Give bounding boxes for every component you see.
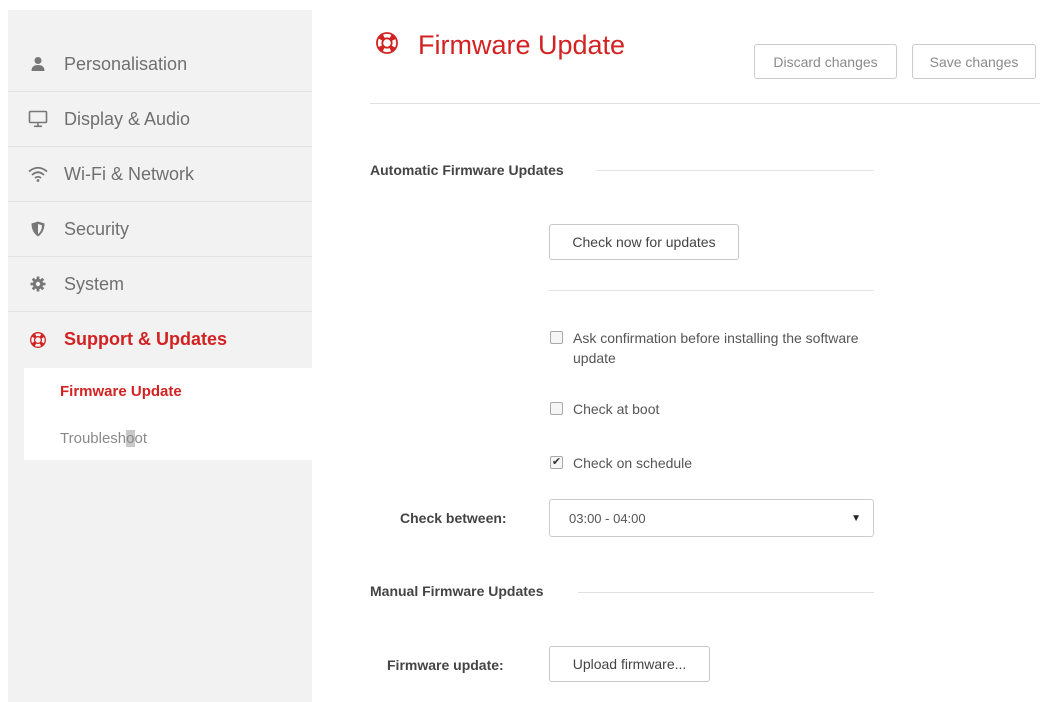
gear-icon: [8, 276, 64, 292]
sidebar-item-label: Wi-Fi & Network: [64, 163, 194, 184]
lifebuoy-icon: [8, 331, 64, 348]
sidebar-item-display-audio[interactable]: Display & Audio: [8, 92, 312, 147]
check-between-select[interactable]: 03:00 - 04:00 ▼: [549, 499, 874, 537]
check-at-boot-checkbox[interactable]: [550, 402, 563, 415]
wifi-icon: [8, 166, 64, 182]
option-label: Check on schedule: [573, 455, 693, 471]
monitor-icon: [8, 110, 64, 128]
save-changes-button[interactable]: Save changes: [912, 44, 1036, 79]
option-label: Check at boot: [573, 401, 660, 417]
section-divider: [578, 592, 874, 593]
discard-changes-button[interactable]: Discard changes: [754, 44, 897, 79]
sidebar-item-label: System: [64, 273, 125, 294]
firmware-update-label: Firmware update:: [387, 657, 504, 673]
sidebar-item-security[interactable]: Security: [8, 202, 312, 257]
option-ask-confirmation: Ask confirmation before installing the s…: [550, 328, 863, 368]
sidebar-item-label: Security: [64, 218, 130, 239]
subnav-item-label: Troublesh: [60, 430, 127, 447]
sidebar-item-wifi-network[interactable]: Wi-Fi & Network: [8, 147, 312, 202]
chevron-down-icon: ▼: [851, 512, 861, 524]
option-check-at-boot: Check at boot: [550, 399, 863, 419]
sidebar-item-system[interactable]: System: [8, 257, 312, 312]
option-label: Ask confirmation before installing the s…: [573, 330, 859, 366]
sidebar-item-personalisation[interactable]: Personalisation: [8, 37, 312, 92]
checkmark-icon: ✔: [551, 456, 562, 468]
lifebuoy-icon: [376, 32, 398, 59]
check-on-schedule-checkbox[interactable]: ✔: [550, 456, 563, 469]
page-title: Firmware Update: [376, 30, 625, 61]
section-title-automatic: Automatic Firmware Updates: [370, 162, 564, 178]
subnav-item-troubleshoot[interactable]: Troubleshoot: [60, 430, 147, 447]
subnav-item-label: ot: [134, 430, 148, 447]
option-check-on-schedule: ✔ Check on schedule: [550, 453, 863, 473]
section-divider: [549, 290, 874, 291]
sidebar-item-label: Personalisation: [64, 53, 188, 74]
shield-icon: [8, 221, 64, 237]
text-cursor-highlight: o: [126, 430, 135, 447]
sidebar: Personalisation Display & Audio Wi-Fi & …: [8, 10, 312, 702]
sidebar-item-label: Display & Audio: [64, 108, 191, 129]
user-icon: [8, 56, 64, 72]
sidebar-item-support-updates[interactable]: Support & Updates: [8, 312, 312, 367]
header-divider: [370, 103, 1040, 104]
check-between-label: Check between:: [400, 510, 507, 526]
subnav-item-firmware-update[interactable]: Firmware Update: [60, 383, 182, 400]
page-title-text: Firmware Update: [418, 30, 626, 60]
check-now-button[interactable]: Check now for updates: [549, 224, 739, 260]
upload-firmware-button[interactable]: Upload firmware...: [549, 646, 710, 682]
section-title-manual: Manual Firmware Updates: [370, 583, 544, 599]
select-value: 03:00 - 04:00: [569, 510, 646, 526]
ask-confirmation-checkbox[interactable]: [550, 331, 563, 344]
sidebar-subnav: Firmware Update Troubleshoot: [24, 368, 312, 460]
section-divider: [597, 170, 874, 171]
sidebar-item-label: Support & Updates: [64, 329, 228, 349]
